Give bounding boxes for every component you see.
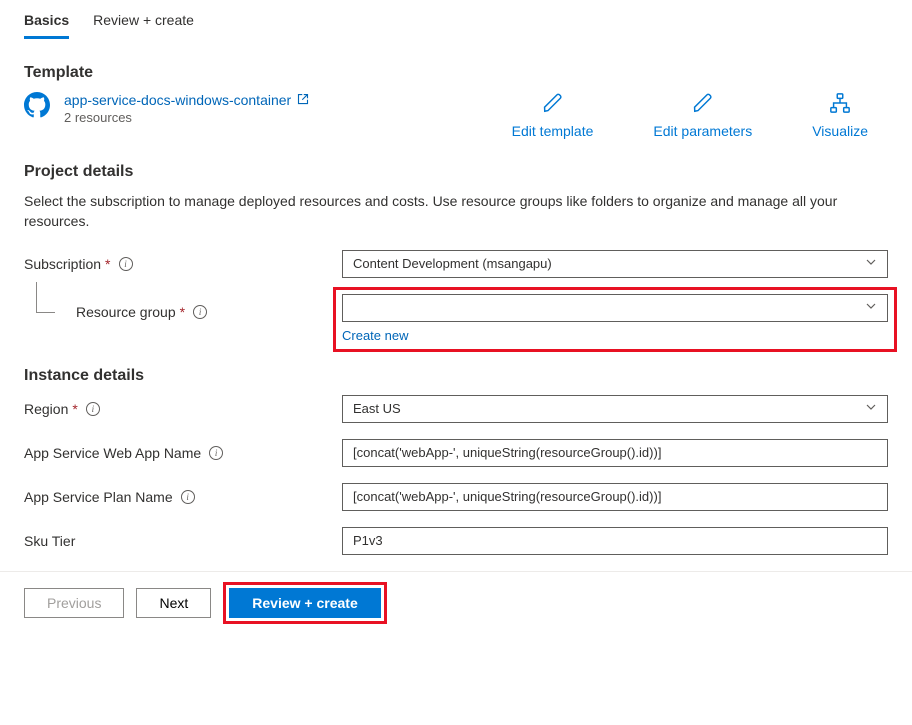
subscription-select[interactable]: Content Development (msangapu) <box>342 250 888 278</box>
tabs-bar: Basics Review + create <box>24 0 888 40</box>
template-heading: Template <box>24 64 888 82</box>
webapp-name-input[interactable] <box>342 439 888 467</box>
instance-details-heading: Instance details <box>24 367 888 385</box>
project-details-description: Select the subscription to manage deploy… <box>24 191 888 232</box>
sku-input[interactable] <box>342 527 888 555</box>
project-details-heading: Project details <box>24 163 888 181</box>
external-link-icon <box>297 92 309 108</box>
edit-parameters-label: Edit parameters <box>653 123 752 139</box>
review-create-highlight: Review + create <box>223 582 386 624</box>
edit-template-label: Edit template <box>512 123 594 139</box>
chevron-down-icon <box>865 401 877 416</box>
footer-bar: Previous Next Review + create <box>0 571 912 634</box>
tab-basics[interactable]: Basics <box>24 8 69 39</box>
edit-parameters-button[interactable]: Edit parameters <box>653 92 752 139</box>
visualize-label: Visualize <box>812 123 868 139</box>
github-icon <box>24 92 50 121</box>
plan-name-label: App Service Plan Name <box>24 489 173 505</box>
info-icon[interactable]: i <box>181 490 195 504</box>
resource-group-label: Resource group <box>76 304 176 320</box>
info-icon[interactable]: i <box>193 305 207 319</box>
next-button[interactable]: Next <box>136 588 211 618</box>
plan-name-input[interactable] <box>342 483 888 511</box>
subscription-label: Subscription <box>24 256 101 272</box>
info-icon[interactable]: i <box>209 446 223 460</box>
template-name-text: app-service-docs-windows-container <box>64 92 291 108</box>
create-new-link[interactable]: Create new <box>342 328 888 343</box>
required-asterisk: * <box>72 401 77 417</box>
visualize-button[interactable]: Visualize <box>812 92 868 139</box>
pencil-icon <box>542 92 564 117</box>
info-icon[interactable]: i <box>119 257 133 271</box>
tab-review-create[interactable]: Review + create <box>93 8 194 39</box>
region-select[interactable]: East US <box>342 395 888 423</box>
edit-template-button[interactable]: Edit template <box>512 92 594 139</box>
review-create-button[interactable]: Review + create <box>229 588 380 618</box>
webapp-name-label: App Service Web App Name <box>24 445 201 461</box>
template-resource-count: 2 resources <box>64 110 309 125</box>
region-label: Region <box>24 401 68 417</box>
region-value: East US <box>353 401 401 416</box>
resource-group-select[interactable] <box>342 294 888 322</box>
chevron-down-icon <box>865 300 877 315</box>
subscription-value: Content Development (msangapu) <box>353 256 552 271</box>
hierarchy-icon <box>829 92 851 117</box>
required-asterisk: * <box>180 304 185 320</box>
pencil-icon <box>692 92 714 117</box>
required-asterisk: * <box>105 256 110 272</box>
sku-label: Sku Tier <box>24 533 75 549</box>
template-name-link[interactable]: app-service-docs-windows-container <box>64 92 309 108</box>
chevron-down-icon <box>865 256 877 271</box>
resource-group-highlight: Create new <box>333 287 897 352</box>
previous-button: Previous <box>24 588 124 618</box>
info-icon[interactable]: i <box>86 402 100 416</box>
